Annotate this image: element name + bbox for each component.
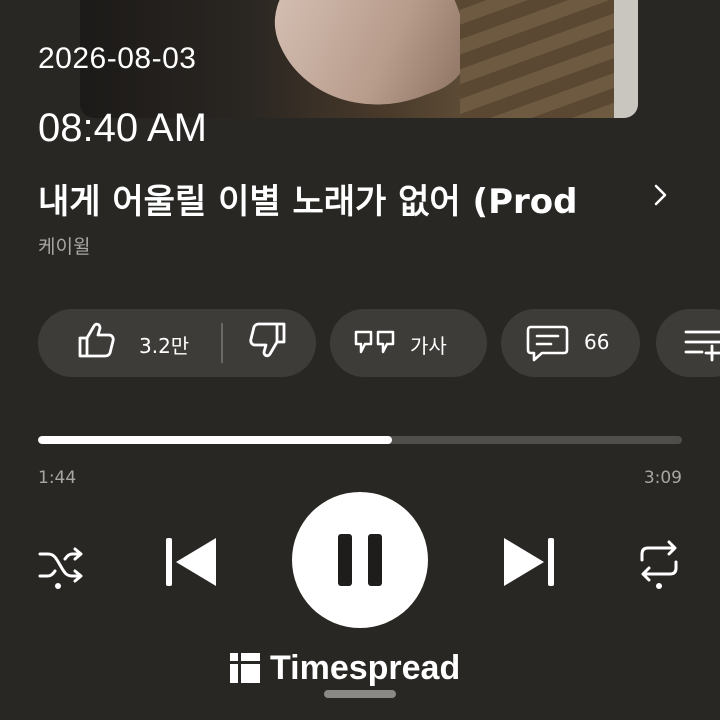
pause-button[interactable]: [292, 492, 428, 628]
album-art-floor: [460, 0, 638, 118]
shuffle-icon[interactable]: [36, 540, 86, 590]
pause-icon: [338, 534, 382, 586]
thumbs-up-icon[interactable]: [74, 318, 118, 362]
lyrics-icon: [354, 330, 395, 354]
album-art-wall: [614, 0, 638, 118]
like-count[interactable]: 3.2만: [139, 330, 189, 359]
artist-name[interactable]: 케이윌: [38, 232, 90, 259]
chevron-right-icon[interactable]: [646, 180, 676, 210]
progress-fill: [38, 436, 393, 444]
total-time: 3:09: [643, 468, 682, 488]
home-indicator[interactable]: [324, 690, 396, 698]
brand-watermark: Timespread: [230, 646, 460, 690]
queue-icon: [684, 330, 720, 362]
repeat-icon[interactable]: [636, 538, 682, 590]
like-divider: [221, 323, 223, 363]
timestamp-date: 2026-08-03: [38, 42, 197, 75]
timestamp-time: 08:40 AM: [38, 106, 208, 150]
comments-button[interactable]: [501, 309, 640, 377]
thumbs-down-icon[interactable]: [246, 318, 290, 362]
song-title[interactable]: 내게 어울릴 이별 노래가 없어 (Prod: [38, 174, 632, 218]
timespread-logo-icon: [230, 653, 260, 683]
previous-icon[interactable]: [160, 532, 220, 592]
next-icon[interactable]: [500, 532, 560, 592]
lyrics-label: 가사: [410, 334, 447, 358]
brand-name: Timespread: [270, 648, 461, 687]
progress-bar[interactable]: [38, 436, 682, 444]
album-art-arm: [258, 0, 482, 118]
comment-count: 66: [584, 330, 610, 354]
elapsed-time: 1:44: [38, 468, 77, 488]
comment-icon: [526, 325, 569, 362]
